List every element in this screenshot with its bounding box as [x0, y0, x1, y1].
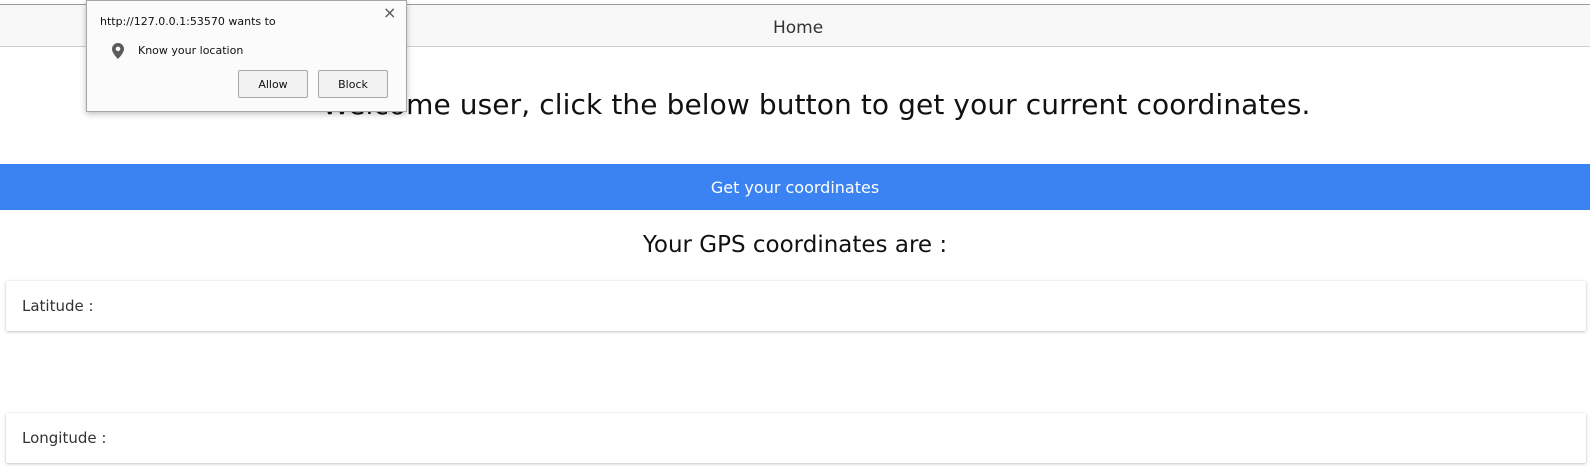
- location-permission-popup: http://127.0.0.1:53570 wants to × Know y…: [86, 0, 407, 112]
- allow-button[interactable]: Allow: [238, 70, 308, 98]
- block-button[interactable]: Block: [318, 70, 388, 98]
- nav-home-link[interactable]: Home: [773, 18, 823, 38]
- latitude-label: Latitude :: [22, 297, 94, 315]
- location-pin-icon: [112, 43, 124, 59]
- popup-origin-text: http://127.0.0.1:53570 wants to: [100, 15, 276, 28]
- longitude-card: Longitude :: [6, 413, 1586, 463]
- close-icon[interactable]: ×: [383, 5, 396, 21]
- gps-coordinates-heading: Your GPS coordinates are :: [642, 232, 948, 258]
- welcome-heading: Welcome user, click the below button to …: [322, 88, 1311, 121]
- latitude-card: Latitude :: [6, 281, 1586, 331]
- popup-permission-text: Know your location: [138, 44, 244, 57]
- get-coordinates-button[interactable]: Get your coordinates: [0, 164, 1590, 210]
- longitude-label: Longitude :: [22, 429, 107, 447]
